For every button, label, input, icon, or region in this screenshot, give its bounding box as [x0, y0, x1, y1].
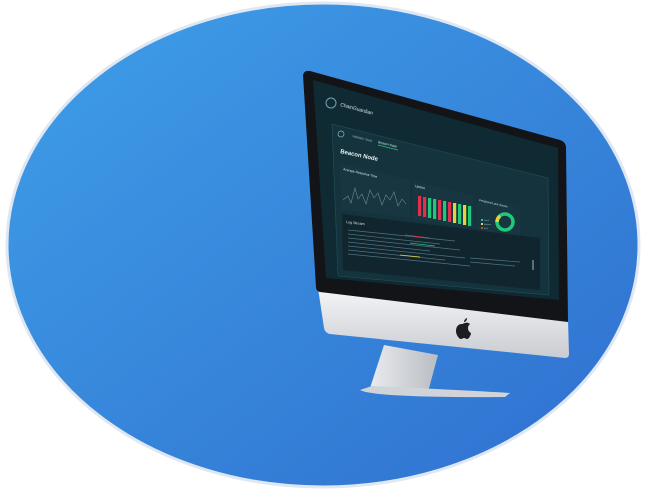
uptime-bar — [463, 205, 467, 225]
uptime-bar — [423, 197, 427, 217]
uptime-bar — [418, 196, 422, 216]
uptime-bar — [438, 200, 442, 220]
uptime-bar — [443, 201, 447, 221]
uptime-bar — [433, 199, 437, 219]
legend-swatch-medium — [481, 223, 483, 225]
legend-medium: Medium — [484, 224, 491, 226]
legend-swatch-bad — [481, 227, 483, 229]
legend-swatch-good — [481, 219, 483, 221]
legend-bad: Bad — [484, 228, 488, 230]
uptime-bar — [458, 204, 462, 224]
uptime-bar — [453, 203, 457, 223]
uptime-bar — [448, 202, 452, 222]
uptime-bar — [468, 206, 472, 226]
scene: ChainGuardian Validator Stats Beacon Nod… — [5, 1, 641, 489]
legend-good: Good — [484, 220, 489, 222]
uptime-bar — [428, 198, 432, 218]
